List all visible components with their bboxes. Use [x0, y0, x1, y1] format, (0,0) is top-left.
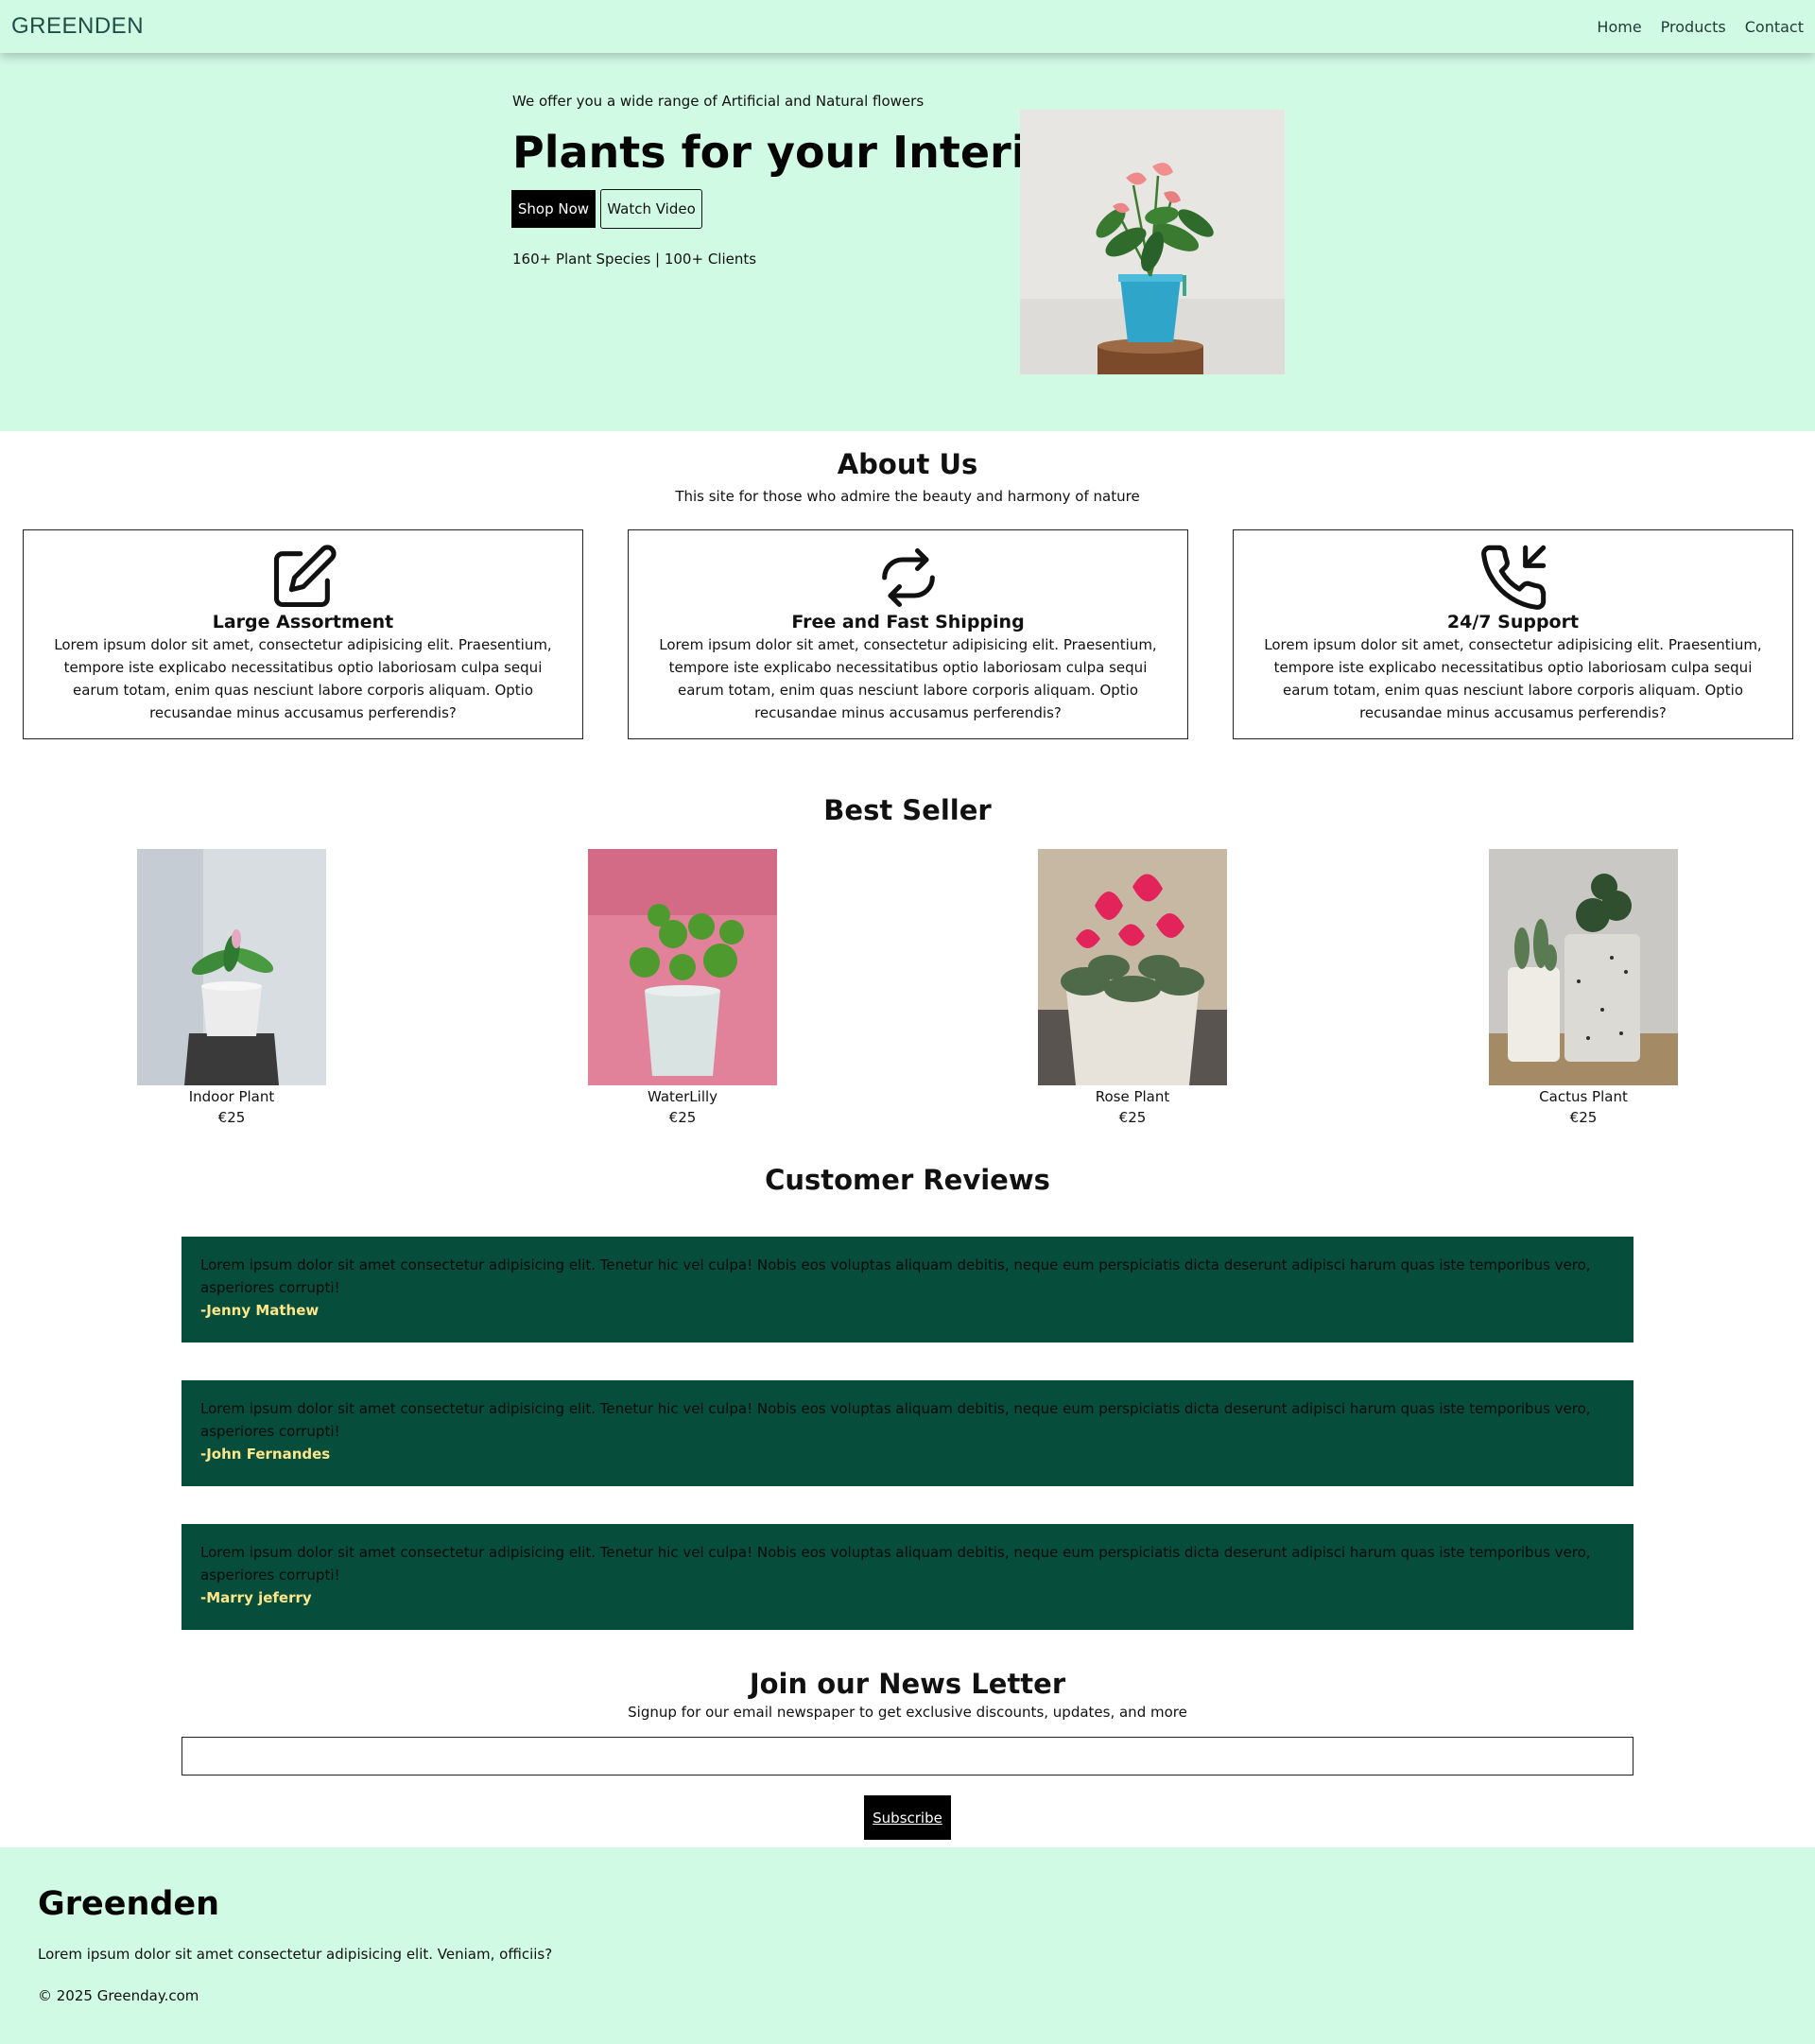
footer-copyright: © 2025 Greenday.com [38, 1987, 199, 2004]
nav-link-home[interactable]: Home [1597, 18, 1641, 36]
product-image[interactable] [1038, 849, 1227, 1085]
about-subtitle: This site for those who admire the beaut… [675, 488, 1140, 505]
review-author: -Jenny Mathew [200, 1302, 320, 1319]
phone-incoming-icon [1480, 545, 1546, 610]
feature-text: Lorem ipsum dolor sit amet, consectetur … [54, 636, 552, 721]
product-card-waterlilly[interactable]: WaterLilly €25 [588, 849, 777, 1126]
footer-brand: Greenden [38, 1885, 220, 1923]
nav-link-contact[interactable]: Contact [1745, 18, 1804, 36]
review-text: Lorem ipsum dolor sit amet consectetur a… [200, 1256, 1591, 1296]
shop-now-button[interactable]: Shop Now [511, 190, 596, 228]
feature-card-support: 24/7 Support Lorem ipsum dolor sit amet,… [1233, 529, 1793, 739]
best-seller-title: Best Seller [823, 794, 992, 826]
footer-text: Lorem ipsum dolor sit amet consectetur a… [38, 1946, 553, 1963]
hero-tagline: We offer you a wide range of Artificial … [512, 93, 925, 110]
product-price: €25 [1569, 1109, 1598, 1126]
product-name: Indoor Plant [188, 1088, 275, 1105]
hero-plant-image [1020, 110, 1285, 374]
pencil-square-icon [273, 545, 337, 608]
nav-link-products[interactable]: Products [1661, 18, 1726, 36]
reviews-title: Customer Reviews [765, 1164, 1050, 1196]
brand-logo[interactable]: GREENDEN [11, 13, 144, 40]
newsletter-title: Join our News Letter [749, 1668, 1066, 1700]
product-image[interactable] [1489, 849, 1678, 1085]
footer: Greenden Lorem ipsum dolor sit amet cons… [0, 1847, 1815, 2044]
nav-links: Home Products Contact [1597, 18, 1804, 36]
product-card-indoor-plant[interactable]: Indoor Plant €25 [137, 849, 326, 1126]
review-author: -Marry jeferry [200, 1589, 312, 1606]
hero-stats: 160+ Plant Species | 100+ Clients [512, 251, 757, 268]
hero-section: We offer you a wide range of Artificial … [0, 53, 1815, 431]
feature-title: Large Assortment [212, 612, 394, 632]
product-card-rose-plant[interactable]: Rose Plant €25 [1038, 849, 1227, 1126]
hero-title: Plants for your Interior [512, 127, 1078, 178]
product-name: WaterLilly [647, 1088, 718, 1105]
feature-text: Lorem ipsum dolor sit amet, consectetur … [1264, 636, 1762, 721]
review-text: Lorem ipsum dolor sit amet consectetur a… [200, 1400, 1591, 1440]
feature-card-shipping: Free and Fast Shipping Lorem ipsum dolor… [628, 529, 1188, 739]
top-navbar: GREENDEN Home Products Contact [0, 0, 1815, 53]
newsletter-subtitle: Signup for our email newspaper to get ex… [628, 1704, 1187, 1721]
review-author: -John Fernandes [200, 1446, 331, 1463]
refresh-icon [881, 547, 935, 608]
subscribe-button[interactable]: Subscribe [864, 1795, 951, 1840]
product-name: Rose Plant [1095, 1088, 1170, 1105]
product-name: Cactus Plant [1539, 1088, 1628, 1105]
review-text: Lorem ipsum dolor sit amet consectetur a… [200, 1544, 1591, 1584]
product-image[interactable] [137, 849, 326, 1085]
review-card: Lorem ipsum dolor sit amet consectetur a… [182, 1524, 1634, 1630]
feature-title: 24/7 Support [1446, 612, 1580, 632]
product-price: €25 [217, 1109, 246, 1126]
feature-text: Lorem ipsum dolor sit amet, consectetur … [659, 636, 1157, 721]
product-price: €25 [668, 1109, 697, 1126]
review-card: Lorem ipsum dolor sit amet consectetur a… [182, 1380, 1634, 1486]
watch-video-button[interactable]: Watch Video [600, 189, 702, 229]
feature-title: Free and Fast Shipping [791, 612, 1025, 632]
review-card: Lorem ipsum dolor sit amet consectetur a… [182, 1237, 1634, 1342]
newsletter-email-input[interactable] [182, 1737, 1634, 1776]
product-price: €25 [1118, 1109, 1147, 1126]
about-title: About Us [837, 448, 978, 480]
product-card-cactus-plant[interactable]: Cactus Plant €25 [1489, 849, 1678, 1126]
product-image[interactable] [588, 849, 777, 1085]
feature-card-assortment: Large Assortment Lorem ipsum dolor sit a… [23, 529, 583, 739]
